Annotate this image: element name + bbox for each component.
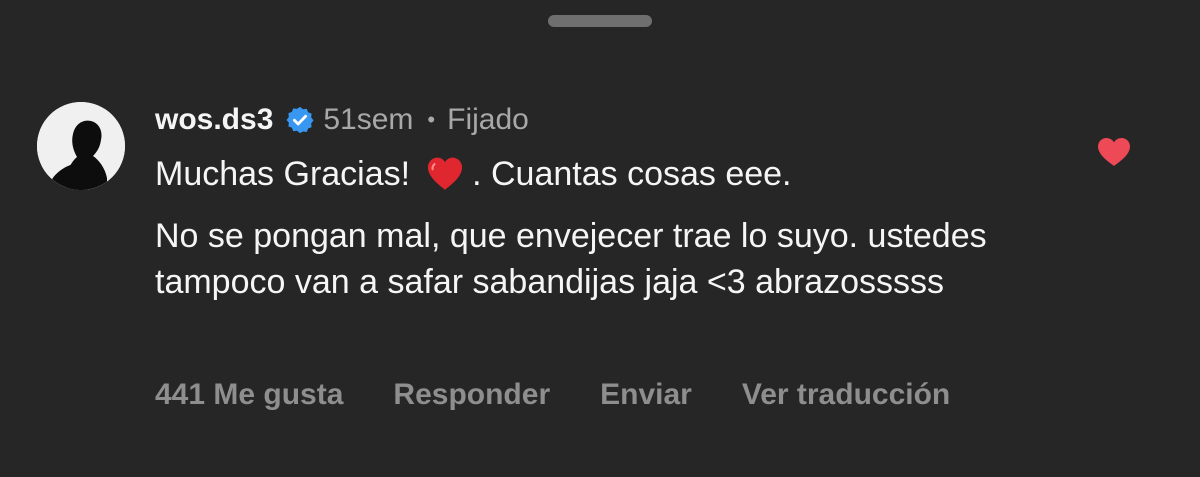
comment-text-body: No se pongan mal, que envejecer trae lo … — [155, 217, 987, 301]
send-button[interactable]: Enviar — [600, 375, 692, 415]
heart-emoji-icon — [424, 153, 466, 195]
drag-handle[interactable] — [548, 15, 652, 27]
avatar-silhouette — [37, 102, 125, 190]
translate-button[interactable]: Ver traducción — [742, 375, 950, 415]
avatar[interactable] — [37, 102, 125, 190]
comment-sheet: wos.ds3 51sem • Fijado Muchas Gracias! .… — [0, 0, 1200, 477]
likes-count-button[interactable]: 441 Me gusta — [155, 375, 343, 415]
verified-badge-icon — [285, 105, 315, 135]
comment-text: Muchas Gracias! . Cuantas cosas eee. No … — [155, 151, 1115, 305]
heart-filled-icon[interactable] — [1096, 136, 1132, 168]
comment: wos.ds3 51sem • Fijado Muchas Gracias! .… — [155, 98, 1115, 305]
timestamp: 51sem — [323, 103, 414, 136]
separator-dot: • — [427, 107, 436, 132]
comment-actions: 441 Me gusta Responder Enviar Ver traduc… — [155, 375, 1000, 415]
pinned-label: Fijado — [447, 103, 529, 136]
comment-header: wos.ds3 51sem • Fijado — [155, 98, 1115, 142]
comment-text-end: . Cuantas cosas eee. — [472, 155, 792, 193]
username[interactable]: wos.ds3 — [155, 98, 273, 142]
comment-text-start: Muchas Gracias! — [155, 155, 411, 193]
reply-button[interactable]: Responder — [393, 375, 550, 415]
comment-text-line1: Muchas Gracias! . Cuantas cosas eee. — [155, 151, 1115, 197]
